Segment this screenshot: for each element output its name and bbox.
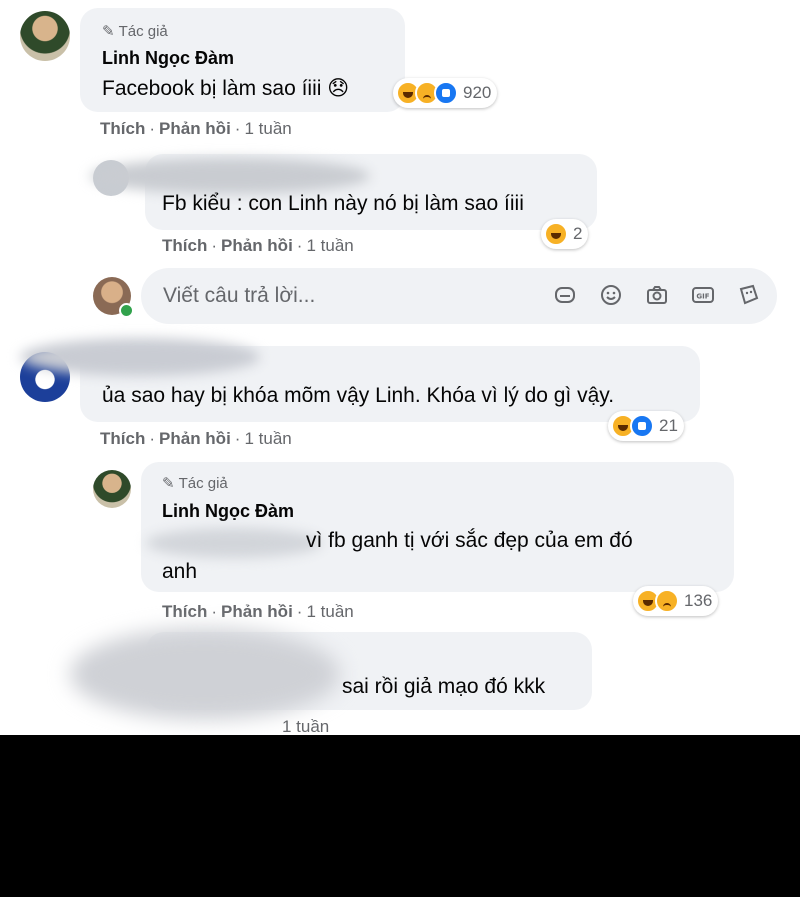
commenter-name[interactable]: Linh Ngọc Đàm	[162, 501, 294, 522]
reaction-summary[interactable]: 2	[541, 219, 589, 249]
black-overlay	[0, 735, 800, 897]
like-button[interactable]: Thích	[162, 236, 207, 255]
gif-icon[interactable]: GIF	[691, 283, 715, 307]
timestamp[interactable]: 1 tuần	[244, 119, 291, 138]
reaction-summary[interactable]: 136	[633, 586, 719, 616]
avatar[interactable]	[93, 470, 131, 508]
like-button[interactable]: Thích	[100, 119, 145, 138]
reply-button[interactable]: Phản hồi	[159, 119, 231, 138]
comment-text: ủa sao hay bị khóa mõm vậy Linh. Khóa vì…	[102, 384, 615, 407]
redacted-text	[146, 528, 322, 558]
like-icon	[434, 81, 458, 105]
reaction-count: 920	[463, 83, 492, 102]
comment-text: Fb kiểu : con Linh này nó bị làm sao íii…	[162, 192, 524, 215]
reaction-summary[interactable]: 920	[393, 78, 498, 108]
comment-actions: Thích · Phản hồi · 1 tuần	[162, 602, 354, 621]
like-icon	[630, 414, 654, 438]
pencil-icon: ✎	[102, 23, 115, 40]
online-status-dot	[119, 303, 134, 318]
like-button[interactable]: Thích	[162, 602, 207, 621]
reply-input[interactable]: Viết câu trả lời... GIF	[141, 268, 777, 324]
sticker-icon[interactable]	[553, 283, 577, 307]
like-button[interactable]: Thích	[100, 429, 145, 448]
author-badge: ✎ Tác giả	[102, 22, 168, 41]
reply-button[interactable]: Phản hồi	[159, 429, 231, 448]
author-badge: ✎ Tác giả	[162, 474, 228, 493]
redacted-content	[70, 628, 340, 720]
comment-actions: Thích · Phản hồi · 1 tuần	[162, 236, 354, 255]
timestamp[interactable]: 1 tuần	[306, 236, 353, 255]
comment-bubble	[141, 462, 734, 592]
timestamp[interactable]: 1 tuần	[282, 717, 329, 736]
haha-icon	[544, 222, 568, 246]
avatar-sticker-icon[interactable]	[737, 283, 761, 307]
avatar[interactable]	[20, 11, 70, 61]
camera-icon[interactable]	[645, 283, 669, 307]
reaction-count: 136	[684, 591, 713, 610]
reply-placeholder: Viết câu trả lời...	[163, 284, 316, 307]
redacted-name	[20, 338, 260, 376]
reply-button[interactable]: Phản hồi	[221, 236, 293, 255]
comment-text: sai rồi giả mạo đó kkk	[342, 675, 546, 698]
comment-actions: Thích · Phản hồi · 1 tuần	[100, 429, 292, 448]
pencil-icon: ✎	[162, 475, 175, 492]
emoji-icon[interactable]	[599, 283, 623, 307]
comment-actions: 1 tuần	[282, 717, 329, 737]
reply-button[interactable]: Phản hồi	[221, 602, 293, 621]
sad-icon	[655, 589, 679, 613]
comment-text: Facebook bị làm sao íiii 😞	[102, 77, 350, 100]
reaction-count: 2	[573, 224, 583, 243]
comment-actions: Thích · Phản hồi · 1 tuần	[100, 119, 292, 138]
timestamp[interactable]: 1 tuần	[306, 602, 353, 621]
commenter-name[interactable]: Linh Ngọc Đàm	[102, 48, 234, 69]
reaction-summary[interactable]: 21	[608, 411, 684, 441]
timestamp[interactable]: 1 tuần	[244, 429, 291, 448]
redacted-name	[90, 158, 370, 194]
comment-text: vì fb ganh tị với sắc đẹp của em đó	[306, 529, 633, 552]
reaction-count: 21	[659, 416, 678, 435]
svg-text:GIF: GIF	[696, 293, 709, 301]
comment-text-line2: anh	[162, 560, 198, 583]
